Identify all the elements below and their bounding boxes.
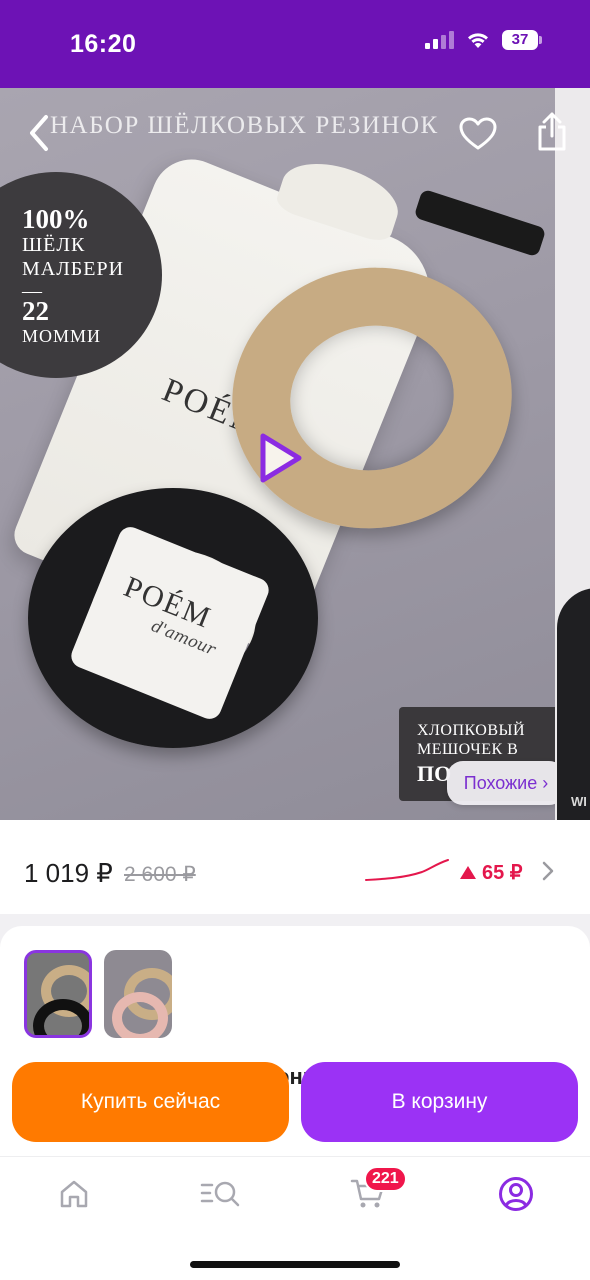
share-button[interactable] xyxy=(530,108,574,156)
price-change-value: 65 ₽ xyxy=(482,862,523,884)
badge-line: 22 xyxy=(22,296,49,326)
chevron-left-icon xyxy=(30,115,48,151)
photo-title: НАБОР ШЁЛКОВЫХ РЕЗИНОК xyxy=(50,112,439,139)
cart-count-badge: 221 xyxy=(364,1166,407,1192)
status-icons: 37 xyxy=(425,30,542,50)
tab-catalog[interactable] xyxy=(198,1172,242,1216)
profile-icon xyxy=(499,1177,533,1211)
next-photo-label: WI xyxy=(571,794,587,809)
play-icon xyxy=(260,433,302,483)
chevron-right-icon[interactable] xyxy=(538,858,558,884)
status-bar: 16:20 37 xyxy=(0,0,590,88)
play-video-button[interactable] xyxy=(250,428,310,488)
share-icon xyxy=(538,112,566,151)
home-indicator xyxy=(190,1261,400,1268)
product-photo[interactable]: POÉM POÉM d'amour НАБОР ШЁЛКОВЫХ РЕЗИНОК… xyxy=(0,88,555,830)
photo-thumbnail-1[interactable] xyxy=(24,950,92,1038)
badge-line: МОММИ xyxy=(22,326,102,346)
home-icon xyxy=(60,1180,88,1208)
tab-profile[interactable] xyxy=(494,1172,538,1216)
wifi-icon xyxy=(468,33,488,48)
price-change[interactable]: 65 ₽ xyxy=(460,860,523,885)
battery-icon: 37 xyxy=(502,30,542,50)
add-to-cart-button[interactable]: В корзину xyxy=(301,1062,578,1142)
similar-products-button[interactable]: Похожие › xyxy=(447,761,555,805)
current-price: 1 019 ₽ xyxy=(24,858,113,888)
favorite-button[interactable] xyxy=(456,112,500,156)
pouch-tag-line: МЕШОЧЕК В xyxy=(417,741,519,758)
tab-home[interactable] xyxy=(52,1172,96,1216)
cellular-signal-icon xyxy=(425,31,454,49)
photo-thumbnail-2[interactable] xyxy=(104,950,172,1038)
arrow-up-icon xyxy=(460,866,476,879)
catalog-search-icon xyxy=(200,1181,240,1207)
status-time: 16:20 xyxy=(70,30,137,58)
battery-level: 37 xyxy=(502,30,538,50)
old-price: 2 600 ₽ xyxy=(124,863,196,886)
buy-now-button[interactable]: Купить сейчас xyxy=(12,1062,289,1142)
badge-line: ШЁЛК xyxy=(22,234,86,256)
badge-line: 100% xyxy=(22,204,90,234)
badge-line: МАЛБЕРИ xyxy=(22,258,125,280)
heart-icon xyxy=(459,117,497,150)
price-trend-sparkline[interactable] xyxy=(364,854,454,886)
pouch-tag-line: ХЛОПКОВЫЙ xyxy=(417,722,526,739)
ribbon-image xyxy=(413,188,547,258)
back-button[interactable] xyxy=(18,110,58,156)
next-photo-preview[interactable]: WI xyxy=(555,88,590,830)
